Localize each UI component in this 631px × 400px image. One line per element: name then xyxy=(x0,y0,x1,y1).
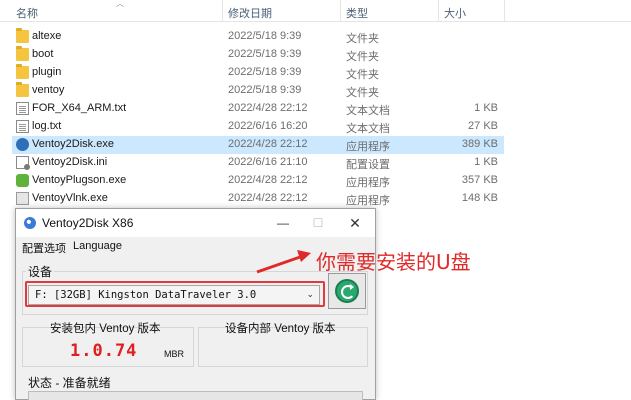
file-type: 配置设置 xyxy=(346,159,390,171)
file-date: 2022/6/16 16:20 xyxy=(228,120,308,132)
file-row[interactable]: log.txt 2022/6/16 16:20 文本文档 27 KB xyxy=(12,118,504,136)
annotation-arrow-icon xyxy=(256,250,311,274)
refresh-icon xyxy=(335,279,359,303)
column-header-date[interactable]: 修改日期 xyxy=(228,5,272,21)
file-row[interactable]: boot 2022/5/18 9:39 文件夹 xyxy=(12,46,504,64)
folder-icon xyxy=(16,82,29,97)
column-header-bar: ︿ 名称 修改日期 类型 大小 xyxy=(0,0,631,22)
ventoy-exe-icon xyxy=(16,138,29,151)
file-type: 文件夹 xyxy=(346,33,379,45)
column-divider[interactable] xyxy=(438,0,439,22)
file-name: FOR_X64_ARM.txt xyxy=(32,102,127,114)
file-type: 应用程序 xyxy=(346,141,390,153)
file-name: plugin xyxy=(32,66,62,78)
column-header-type[interactable]: 类型 xyxy=(346,5,368,21)
file-date: 2022/4/28 22:12 xyxy=(228,192,308,204)
column-header-size[interactable]: 大小 xyxy=(444,5,466,21)
file-name: boot xyxy=(32,48,54,60)
config-file-icon xyxy=(16,156,30,170)
package-version-value: 1.0.74 xyxy=(70,341,138,361)
partition-style-label: MBR xyxy=(164,349,184,359)
file-name: altexe xyxy=(32,30,62,42)
file-name: VentoyVlnk.exe xyxy=(32,192,108,204)
file-explorer-list: ︿ 名称 修改日期 类型 大小 altexe 2022/5/18 9:39 文件… xyxy=(0,0,631,210)
status-label: 状态 - 准备就绪 xyxy=(28,376,111,390)
folder-icon xyxy=(16,64,29,79)
file-date: 2022/5/18 9:39 xyxy=(228,30,302,42)
file-size: 27 KB xyxy=(468,120,498,132)
file-name: Ventoy2Disk.exe xyxy=(32,138,114,150)
column-header-name[interactable]: 名称 xyxy=(16,5,38,21)
file-type: 应用程序 xyxy=(346,177,390,189)
file-type: 应用程序 xyxy=(346,195,390,207)
file-type: 文件夹 xyxy=(346,51,379,63)
plugin-exe-icon xyxy=(16,174,29,187)
folder-icon xyxy=(16,46,29,61)
file-type: 文本文档 xyxy=(346,123,390,135)
file-size: 389 KB xyxy=(461,138,498,150)
annotation-highlight-box xyxy=(25,281,325,307)
ventoy-app-icon xyxy=(24,217,36,229)
annotation-text: 你需要安装的U盘 xyxy=(316,250,471,274)
refresh-button[interactable] xyxy=(328,273,366,309)
file-row[interactable]: VentoyVlnk.exe 2022/4/28 22:12 应用程序 148 … xyxy=(12,190,504,208)
file-date: 2022/5/18 9:39 xyxy=(228,66,302,78)
window-titlebar[interactable]: Ventoy2Disk X86 — ☐ ✕ xyxy=(16,209,375,237)
maximize-button[interactable]: ☐ xyxy=(305,213,331,233)
close-button[interactable]: ✕ xyxy=(342,213,368,233)
vlnk-exe-icon xyxy=(16,192,29,205)
column-divider[interactable] xyxy=(504,0,505,22)
column-divider[interactable] xyxy=(340,0,341,22)
folder-icon xyxy=(16,28,29,43)
file-size: 1 KB xyxy=(474,156,498,168)
file-row-selected[interactable]: Ventoy2Disk.exe 2022/4/28 22:12 应用程序 389… xyxy=(12,136,504,154)
column-divider[interactable] xyxy=(222,0,223,22)
file-type: 文件夹 xyxy=(346,87,379,99)
window-title: Ventoy2Disk X86 xyxy=(42,216,134,230)
file-row[interactable]: ventoy 2022/5/18 9:39 文件夹 xyxy=(12,82,504,100)
file-date: 2022/4/28 22:12 xyxy=(228,138,308,150)
file-row[interactable]: VentoyPlugson.exe 2022/4/28 22:12 应用程序 3… xyxy=(12,172,504,190)
device-version-label: 设备内部 Ventoy 版本 xyxy=(225,323,336,335)
file-row[interactable]: plugin 2022/5/18 9:39 文件夹 xyxy=(12,64,504,82)
package-version-label: 安装包内 Ventoy 版本 xyxy=(50,323,161,335)
menu-language[interactable]: Language xyxy=(73,240,122,252)
file-size: 357 KB xyxy=(461,174,498,186)
file-row[interactable]: altexe 2022/5/18 9:39 文件夹 xyxy=(12,28,504,46)
sort-up-icon: ︿ xyxy=(116,0,124,8)
file-row[interactable]: FOR_X64_ARM.txt 2022/4/28 22:12 文本文档 1 K… xyxy=(12,100,504,118)
file-name: Ventoy2Disk.ini xyxy=(32,156,108,168)
device-group-label: 设备 xyxy=(26,263,55,280)
file-size: 148 KB xyxy=(461,192,498,204)
minimize-button[interactable]: — xyxy=(270,213,296,233)
file-date: 2022/4/28 22:12 xyxy=(228,174,308,186)
file-date: 2022/5/18 9:39 xyxy=(228,48,302,60)
file-date: 2022/6/16 21:10 xyxy=(228,156,308,168)
file-size: 1 KB xyxy=(474,102,498,114)
file-date: 2022/5/18 9:39 xyxy=(228,84,302,96)
file-name: log.txt xyxy=(32,120,62,132)
file-date: 2022/4/28 22:12 xyxy=(228,102,308,114)
file-type: 文本文档 xyxy=(346,105,390,117)
text-file-icon xyxy=(16,120,29,133)
status-progress-bar xyxy=(28,391,363,400)
file-name: VentoyPlugson.exe xyxy=(32,174,127,186)
file-type: 文件夹 xyxy=(346,69,379,81)
file-row[interactable]: Ventoy2Disk.ini 2022/6/16 21:10 配置设置 1 K… xyxy=(12,154,504,172)
ventoy2disk-window: Ventoy2Disk X86 — ☐ ✕ 配置选项 Language 设备 F… xyxy=(15,208,376,400)
text-file-icon xyxy=(16,102,29,115)
menu-config-options[interactable]: 配置选项 xyxy=(22,240,66,256)
file-name: ventoy xyxy=(32,84,65,96)
